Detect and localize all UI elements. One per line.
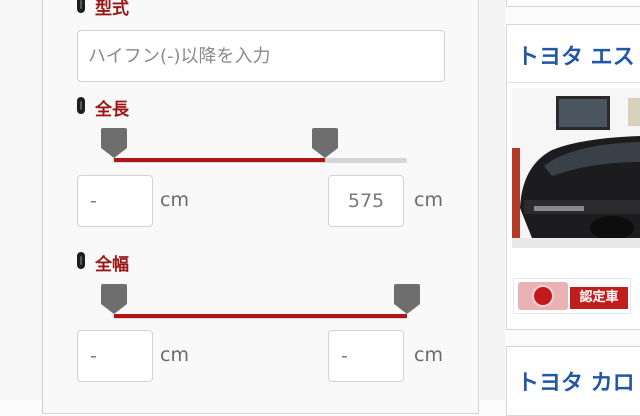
right-gutter — [480, 0, 505, 400]
vehicle-card-title[interactable]: トヨタ エス — [517, 39, 635, 71]
previous-card-edge — [506, 0, 640, 7]
length-slider-range — [114, 158, 325, 162]
pill-bullet-icon — [77, 0, 85, 13]
width-min-handle[interactable] — [101, 284, 127, 316]
length-label-text: 全長 — [95, 100, 129, 120]
width-max-input[interactable]: - — [328, 330, 404, 382]
width-min-input[interactable]: - — [77, 330, 153, 382]
length-min-handle[interactable] — [101, 128, 127, 160]
page-left-background — [0, 0, 42, 400]
width-max-unit: cm — [414, 344, 443, 366]
model-input[interactable] — [77, 30, 445, 82]
width-label: 全幅 — [77, 250, 129, 275]
pill-bullet-icon — [77, 97, 85, 114]
width-label-text: 全幅 — [95, 255, 129, 275]
length-max-unit: cm — [414, 189, 443, 211]
length-max-input[interactable]: 575 — [328, 175, 404, 227]
vehicle-photo[interactable] — [512, 88, 640, 248]
model-label: 型式 — [77, 0, 129, 19]
length-label: 全長 — [77, 95, 129, 120]
certified-seal-icon — [532, 285, 554, 307]
pill-bullet-icon — [77, 252, 85, 269]
certified-label: 認定車 — [570, 287, 628, 309]
width-slider-range — [114, 314, 407, 318]
length-max-handle[interactable] — [311, 128, 338, 160]
card-divider — [506, 82, 640, 83]
vehicle-card-2-title[interactable]: トヨタ カロ — [517, 365, 635, 397]
length-min-unit: cm — [160, 189, 189, 211]
certified-badge: 認定車 — [513, 278, 631, 314]
vehicle-card-2[interactable]: トヨタ カロ — [506, 346, 640, 416]
width-max-handle[interactable] — [394, 284, 420, 316]
model-label-text: 型式 — [95, 0, 129, 19]
length-min-input[interactable]: - — [77, 175, 153, 227]
width-min-unit: cm — [160, 344, 189, 366]
